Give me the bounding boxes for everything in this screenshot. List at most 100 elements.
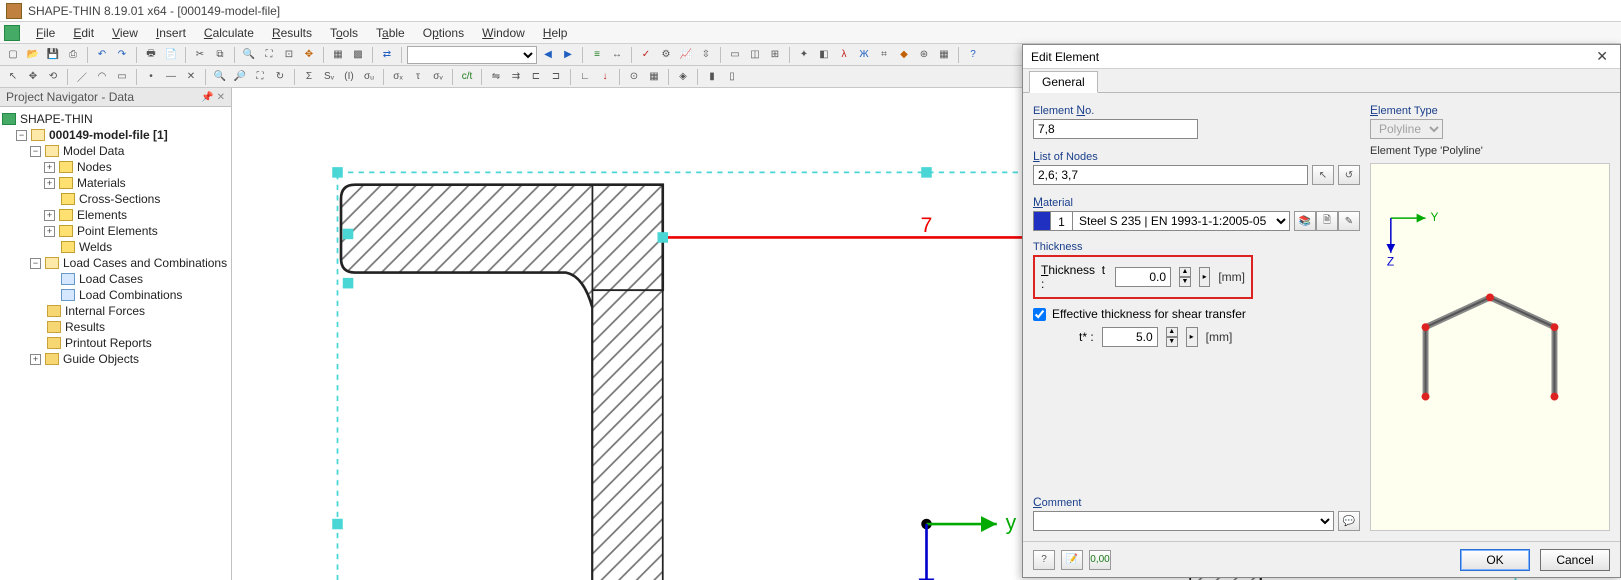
rect-icon[interactable]: ▭ [113,68,131,86]
material-new-icon[interactable]: 🗎 [1316,211,1338,231]
thickness-step-icon[interactable]: ▸ [1199,267,1210,287]
tree-point-elements[interactable]: Point Elements [77,224,158,238]
details-button-icon[interactable]: 📝 [1061,550,1083,570]
tree-model-data[interactable]: Model Data [63,144,124,158]
fit-icon[interactable]: ⛶ [251,68,269,86]
element-icon[interactable]: — [162,68,180,86]
cancel-button[interactable]: Cancel [1540,549,1610,571]
warp-icon[interactable]: ⊛ [915,46,933,64]
move-icon[interactable]: ✥ [24,68,42,86]
rotate-icon[interactable]: ⟲ [44,68,62,86]
new-icon[interactable]: ▢ [4,46,22,64]
section-icon[interactable]: ◧ [815,46,833,64]
next-icon[interactable]: ▶ [559,46,577,64]
menu-edit[interactable]: Edit [65,24,102,42]
units-button-icon[interactable]: 0,00 [1089,550,1111,570]
thickness-input[interactable] [1115,267,1171,287]
grid2-icon[interactable]: ▦ [645,68,663,86]
menu-window[interactable]: Window [474,24,533,42]
zoomin2-icon[interactable]: 🔍 [211,68,229,86]
refresh-icon[interactable]: ↻ [271,68,289,86]
material-select[interactable]: Steel S 235 | EN 1993-1-1:2005-05 [1073,211,1290,231]
pan-icon[interactable]: ✥ [300,46,318,64]
list-nodes-input[interactable] [1033,165,1308,185]
load-icon[interactable]: ↓ [596,68,614,86]
menu-table[interactable]: Table [368,24,413,42]
zoom-all-icon[interactable]: ⊡ [280,46,298,64]
graph-icon[interactable]: 📈 [677,46,695,64]
csys-icon[interactable]: ∟ [576,68,594,86]
scale-icon[interactable]: ⇳ [697,46,715,64]
table-icon[interactable]: ▦ [329,46,347,64]
tstar-input[interactable] [1102,327,1158,347]
tree-expander[interactable]: − [30,258,41,269]
tree-welds[interactable]: Welds [79,240,112,254]
tree-load-cases[interactable]: Load Cases [79,272,143,286]
menu-help[interactable]: Help [535,24,576,42]
tool-c-icon[interactable]: ⊞ [766,46,784,64]
tree-cross-sections[interactable]: Cross-Sections [79,192,160,206]
tree-guide-objects[interactable]: Guide Objects [63,352,139,366]
weld-icon[interactable]: ✕ [182,68,200,86]
report-icon[interactable]: 📄 [162,46,180,64]
wall2-icon[interactable]: ▯ [723,68,741,86]
arc-icon[interactable]: ◠ [93,68,111,86]
axes-icon[interactable]: ✦ [795,46,813,64]
save-all-icon[interactable]: ⎙ [64,46,82,64]
navigator-tree[interactable]: SHAPE-THIN −000149-model-file [1] −Model… [0,107,231,580]
print-icon[interactable]: 🖶 [142,46,160,64]
menu-results[interactable]: Results [264,24,320,42]
tree-expander[interactable]: − [30,146,41,157]
units-icon[interactable]: ⇄ [378,46,396,64]
cut-icon[interactable]: ✂ [191,46,209,64]
extend-icon[interactable]: ⊐ [547,68,565,86]
pin-icon[interactable]: 📌 ✕ [201,92,225,103]
sv-icon[interactable]: Sᵥ [320,68,338,86]
pick-nodes-icon[interactable]: ↖ [1312,165,1334,185]
dim-icon[interactable]: ↔ [608,46,626,64]
tree-load-combinations[interactable]: Load Combinations [79,288,182,302]
moment-icon[interactable]: Ж [855,46,873,64]
grid-icon[interactable]: ▩ [349,46,367,64]
sigma1-icon[interactable]: Σ [300,68,318,86]
menu-file[interactable]: File [28,24,63,42]
close-icon[interactable]: ✕ [1592,48,1612,65]
misc-icon[interactable]: ▦ [935,46,953,64]
dialog-title-bar[interactable]: Edit Element ✕ [1023,45,1620,69]
comment-combo[interactable] [1033,511,1334,531]
menu-insert[interactable]: Insert [148,24,194,42]
trim-icon[interactable]: ⊏ [527,68,545,86]
tau-icon[interactable]: τ [409,68,427,86]
tree-file[interactable]: 000149-model-file [1] [49,128,168,142]
offset-icon[interactable]: ⇉ [507,68,525,86]
tstar-spinner[interactable]: ▲▼ [1166,327,1178,347]
shear-icon[interactable]: ⌗ [875,46,893,64]
zoom-window-icon[interactable]: ⛶ [260,46,278,64]
tree-nodes[interactable]: Nodes [77,160,112,174]
element-no-input[interactable] [1033,119,1198,139]
wall-icon[interactable]: ▮ [703,68,721,86]
stress-icon[interactable]: λ [835,46,853,64]
menu-tools[interactable]: Tools [322,24,366,42]
help-button-icon[interactable]: ? [1033,550,1055,570]
tree-expander[interactable]: + [44,178,55,189]
tree-results[interactable]: Results [65,320,105,334]
copy-icon[interactable]: ⧉ [211,46,229,64]
tree-expander[interactable]: + [44,162,55,173]
help-icon[interactable]: ? [964,46,982,64]
tree-expander[interactable]: − [16,130,27,141]
line-icon[interactable]: ／ [73,68,91,86]
material-lib-icon[interactable]: 📚 [1294,211,1316,231]
snap-icon[interactable]: ⊙ [625,68,643,86]
tool-a-icon[interactable]: ▭ [726,46,744,64]
tstar-step-icon[interactable]: ▸ [1186,327,1198,347]
thickness-spinner[interactable]: ▲▼ [1179,267,1191,287]
menu-view[interactable]: View [104,24,146,42]
reverse-nodes-icon[interactable]: ↺ [1338,165,1360,185]
sigma-v-icon[interactable]: σᵥ [429,68,447,86]
select-icon[interactable]: ↖ [4,68,22,86]
comment-pick-icon[interactable]: 💬 [1338,511,1360,531]
material-edit-icon[interactable]: ✎ [1338,211,1360,231]
sigma-x-icon[interactable]: σₓ [389,68,407,86]
menu-calculate[interactable]: Calculate [196,24,262,42]
